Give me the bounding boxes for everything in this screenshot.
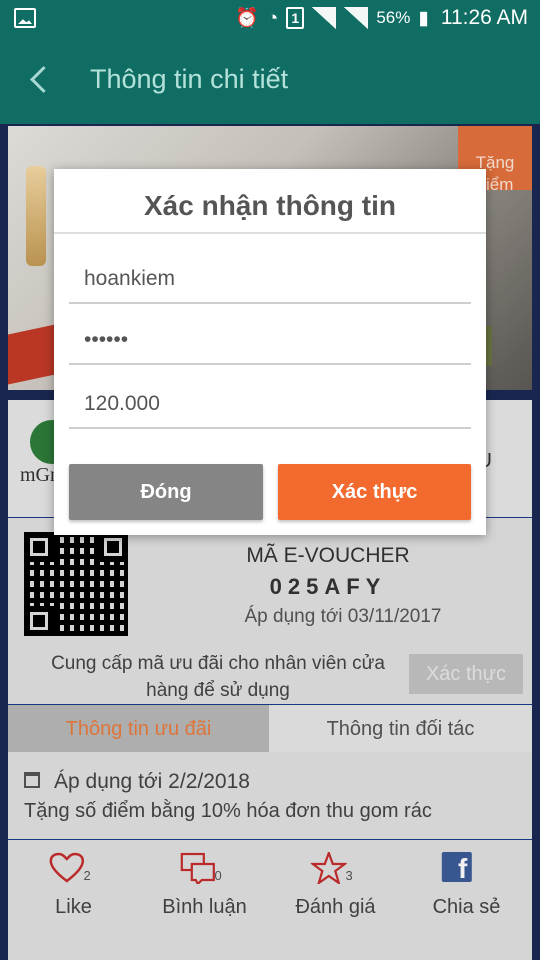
username-field[interactable]: hoankiem [69, 254, 471, 304]
confirm-info-dialog: Xác nhận thông tin hoankiem •••••• 120.0… [54, 169, 486, 535]
sim-icon: 1 [286, 7, 305, 29]
battery-icon: ▮ [418, 7, 429, 29]
battery-level: 56% [376, 8, 411, 27]
signal-2-icon [344, 7, 369, 29]
alarm-icon: ⏰ [235, 7, 259, 29]
status-bar: ⏰ ◔ 1 56% ▮ 11:26 AM [0, 0, 540, 36]
password-field[interactable]: •••••• [69, 315, 471, 365]
wifi-icon: ◔ [266, 7, 279, 29]
signal-icon [312, 7, 337, 29]
status-icons: ⏰ ◔ 1 56% ▮ 11:26 AM [235, 0, 528, 36]
dialog-divider [54, 232, 486, 234]
page-title: Thông tin chi tiết [90, 64, 289, 94]
confirm-button[interactable]: Xác thực [278, 464, 471, 520]
amount-field[interactable]: 120.000 [69, 379, 471, 429]
gallery-notification-icon [14, 8, 36, 28]
dialog-title: Xác nhận thông tin [144, 190, 396, 221]
close-button[interactable]: Đóng [69, 464, 263, 520]
app-bar: Thông tin chi tiết [0, 36, 540, 124]
clock: 11:26 AM [440, 6, 528, 29]
back-arrow-icon[interactable] [28, 64, 52, 94]
